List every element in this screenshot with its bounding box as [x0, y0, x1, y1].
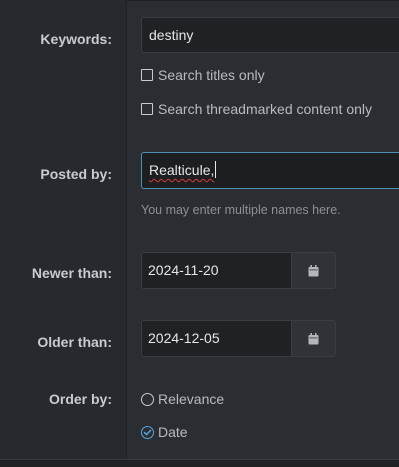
posted-by-hint: You may enter multiple names here.: [141, 203, 341, 217]
older-than-label: Older than:: [37, 334, 112, 350]
search-titles-only-checkbox[interactable]: [141, 69, 153, 81]
search-threadmarked-checkbox[interactable]: [141, 103, 153, 115]
newer-than-calendar-button[interactable]: [292, 253, 335, 288]
search-titles-only-label: Search titles only: [158, 67, 265, 83]
order-relevance-radio[interactable]: [141, 392, 154, 406]
search-threadmarked-option[interactable]: Search threadmarked content only: [141, 101, 372, 117]
order-date-label: Date: [158, 424, 188, 440]
calendar-icon: [308, 332, 319, 344]
newer-than-input[interactable]: 2024-11-20: [142, 253, 292, 288]
keywords-input[interactable]: destiny: [141, 17, 399, 53]
order-relevance-option[interactable]: Relevance: [141, 391, 224, 407]
search-threadmarked-label: Search threadmarked content only: [158, 101, 373, 117]
order-relevance-label: Relevance: [158, 391, 225, 407]
posted-by-input[interactable]: Realticule,: [141, 152, 399, 189]
order-date-radio[interactable]: [141, 425, 154, 439]
keywords-label: Keywords:: [40, 31, 112, 47]
text-caret: [215, 161, 217, 178]
older-than-input[interactable]: 2024-12-05: [142, 321, 292, 356]
newer-than-label: Newer than:: [31, 265, 112, 281]
calendar-icon: [308, 264, 319, 276]
newer-than-date-picker: 2024-11-20: [141, 252, 336, 289]
check-icon: [143, 429, 152, 435]
search-titles-only-option[interactable]: Search titles only: [141, 67, 265, 83]
older-than-calendar-button[interactable]: [292, 321, 335, 356]
posted-by-value: Realticule,: [149, 162, 215, 178]
posted-by-label: Posted by:: [40, 166, 112, 182]
order-by-label: Order by:: [48, 391, 112, 407]
older-than-date-picker: 2024-12-05: [141, 320, 336, 357]
order-date-option[interactable]: Date: [141, 424, 188, 440]
